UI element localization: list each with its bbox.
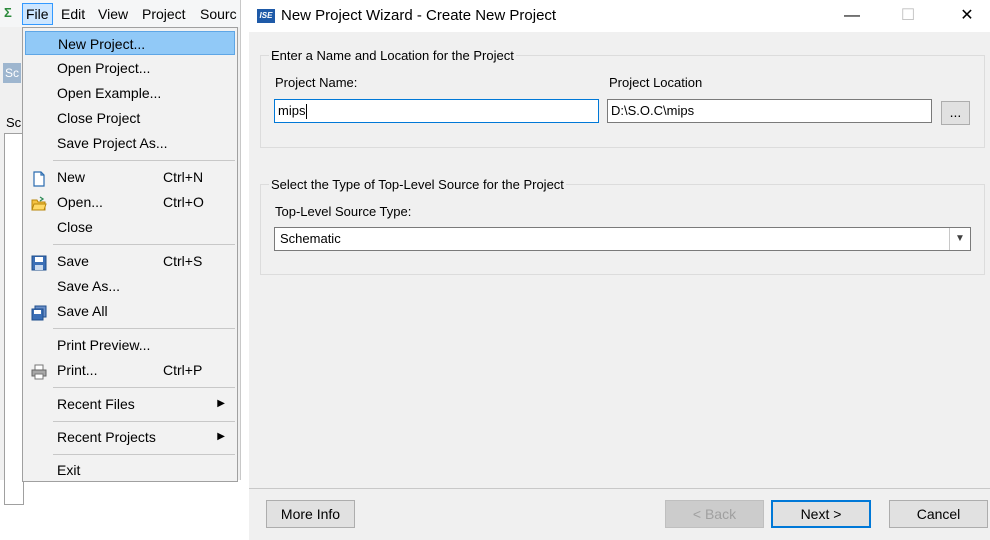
menu-item-close[interactable]: Close (25, 215, 235, 239)
name-location-group: Enter a Name and Location for the Projec… (260, 48, 985, 148)
menu-item-label: Save As... (57, 278, 121, 294)
open-folder-icon (31, 195, 47, 211)
menu-item-shortcut: Ctrl+P (163, 362, 203, 378)
menu-item-recent-projects[interactable]: Recent Projects ▶ (25, 425, 235, 449)
source-type-group: Select the Type of Top-Level Source for … (260, 177, 985, 275)
menu-item-label: Close (57, 219, 93, 235)
ide-window: Σ File Edit View Project Sourc Sc Sc New… (0, 0, 241, 505)
project-name-input[interactable]: mips (274, 99, 599, 123)
save-disk-icon (31, 254, 47, 271)
menu-view[interactable]: View (95, 4, 131, 24)
dialog-title: New Project Wizard - Create New Project (281, 7, 557, 24)
menu-item-print-preview[interactable]: Print Preview... (25, 333, 235, 357)
sources-tree[interactable] (4, 133, 24, 505)
project-name-value: mips (278, 103, 306, 118)
text-caret (306, 104, 308, 120)
name-location-legend: Enter a Name and Location for the Projec… (271, 48, 514, 63)
ise-app-icon: ISE (257, 9, 275, 23)
menu-item-new-project[interactable]: New Project... (25, 31, 235, 55)
xilinx-app-icon: Σ (4, 5, 12, 20)
menu-separator (53, 421, 235, 422)
menu-item-label: Close Project (57, 110, 141, 126)
menu-file[interactable]: File (22, 3, 53, 25)
footer-divider (249, 488, 990, 489)
ide-side-panel: Sc Sc (0, 27, 24, 505)
browse-location-button[interactable]: ... (941, 101, 970, 125)
more-info-button[interactable]: More Info (266, 500, 355, 528)
new-file-icon (31, 170, 47, 187)
project-location-input[interactable]: D:\S.O.C\mips (607, 99, 932, 123)
project-location-label: Project Location (609, 75, 703, 90)
menu-item-label: Recent Files (57, 396, 135, 412)
new-project-wizard-dialog: ISE New Project Wizard - Create New Proj… (249, 0, 990, 540)
source-type-value: Schematic (280, 231, 341, 246)
menubar: Σ File Edit View Project Sourc (0, 0, 240, 27)
menu-item-open-example[interactable]: Open Example... (25, 81, 235, 105)
menu-item-label: Save All (57, 303, 108, 319)
menu-separator (53, 328, 235, 329)
menu-item-label: Open Example... (57, 85, 162, 101)
submenu-arrow-icon: ▶ (217, 398, 225, 409)
menu-separator (53, 387, 235, 388)
chevron-down-icon[interactable]: ▼ (949, 228, 970, 250)
menu-item-label: Save (57, 253, 89, 269)
menu-item-label: Open Project... (57, 60, 151, 76)
back-button: < Back (665, 500, 764, 528)
sources-tab[interactable]: Sc (3, 63, 21, 83)
maximize-button: ☐ (900, 7, 916, 24)
menu-item-open-project[interactable]: Open Project... (25, 56, 235, 80)
source-type-select[interactable]: Schematic ▼ (274, 227, 971, 251)
menu-source[interactable]: Sourc (197, 4, 240, 24)
menu-item-open[interactable]: Open... Ctrl+O (25, 190, 235, 214)
menu-item-label: Save Project As... (57, 135, 168, 151)
menu-item-new[interactable]: New Ctrl+N (25, 165, 235, 189)
minimize-button[interactable]: — (829, 0, 875, 32)
menu-item-label: Recent Projects (57, 429, 156, 445)
menu-separator (53, 244, 235, 245)
menu-item-save[interactable]: Save Ctrl+S (25, 249, 235, 273)
submenu-arrow-icon: ▶ (217, 431, 225, 442)
menu-item-shortcut: Ctrl+O (163, 194, 204, 210)
printer-icon (31, 363, 47, 380)
title-bar[interactable]: ISE New Project Wizard - Create New Proj… (249, 0, 990, 32)
menu-separator (53, 160, 235, 161)
menu-item-exit[interactable]: Exit (25, 458, 235, 482)
sources-label: Sc (6, 115, 22, 130)
menu-item-save-all[interactable]: Save All (25, 299, 235, 323)
next-button[interactable]: Next > (771, 500, 871, 528)
menu-item-save-project-as[interactable]: Save Project As... (25, 131, 235, 155)
menu-item-label: Open... (57, 194, 103, 210)
menu-project[interactable]: Project (139, 4, 189, 24)
menu-item-recent-files[interactable]: Recent Files ▶ (25, 392, 235, 416)
menu-item-label: Exit (57, 462, 81, 478)
close-button[interactable]: ✕ (944, 0, 990, 32)
project-name-label: Project Name: (275, 75, 358, 90)
file-menu: New Project... Open Project... Open Exam… (22, 27, 238, 482)
cancel-button[interactable]: Cancel (889, 500, 988, 528)
menu-item-label: New Project... (58, 36, 146, 52)
save-all-icon (31, 304, 47, 321)
menu-item-shortcut: Ctrl+N (163, 169, 204, 185)
menu-item-shortcut: Ctrl+S (163, 253, 203, 269)
menu-edit[interactable]: Edit (58, 4, 88, 24)
menu-item-save-as[interactable]: Save As... (25, 274, 235, 298)
menu-item-label: New (57, 169, 86, 185)
menu-separator (53, 454, 235, 455)
menu-item-label: Print Preview... (57, 337, 151, 353)
menu-item-close-project[interactable]: Close Project (25, 106, 235, 130)
menu-item-label: Print... (57, 362, 98, 378)
source-type-label: Top-Level Source Type: (275, 204, 412, 219)
menu-item-print[interactable]: Print... Ctrl+P (25, 358, 235, 382)
source-type-legend: Select the Type of Top-Level Source for … (271, 177, 564, 192)
